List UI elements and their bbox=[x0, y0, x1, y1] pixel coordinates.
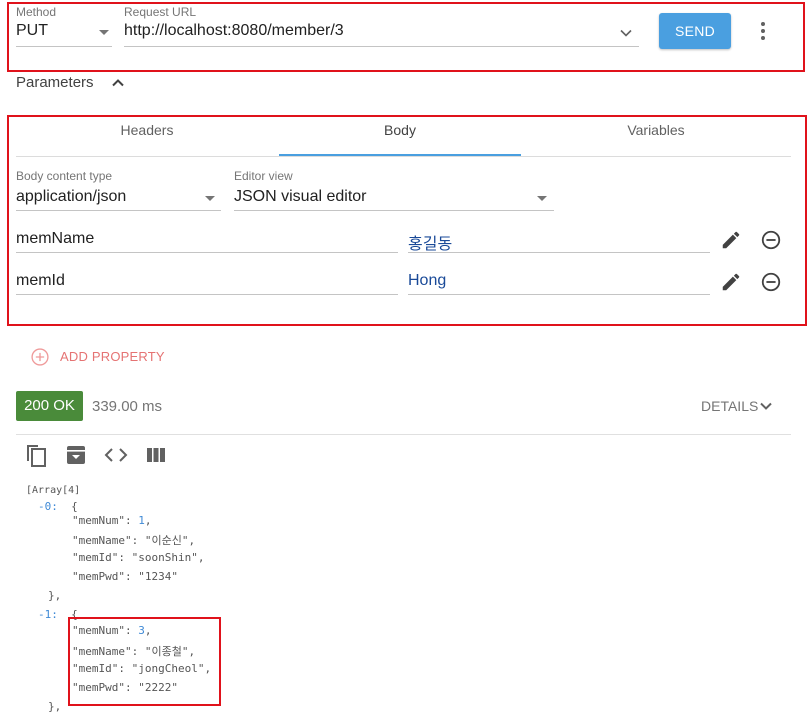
property-name-input[interactable]: memName bbox=[16, 230, 398, 248]
editor-view-select[interactable]: JSON visual editor bbox=[234, 188, 554, 210]
property-value-input[interactable]: Hong bbox=[408, 272, 710, 290]
remove-circle-icon[interactable] bbox=[760, 271, 782, 293]
response-time: 339.00 ms bbox=[92, 398, 163, 415]
json-field: "memPwd": "1234" bbox=[72, 570, 178, 583]
chevron-down-icon bbox=[205, 196, 215, 201]
property-value-input[interactable]: 홍길동 bbox=[408, 230, 710, 254]
method-select[interactable]: PUT bbox=[16, 22, 112, 46]
chevron-down-icon bbox=[760, 402, 772, 410]
property-value-underline bbox=[408, 252, 710, 253]
json-close-brace: }, bbox=[48, 589, 62, 602]
chevron-up-icon bbox=[112, 79, 124, 87]
code-icon[interactable] bbox=[104, 446, 128, 464]
content-type-label: Body content type bbox=[16, 169, 113, 183]
content-type-underline bbox=[16, 210, 221, 211]
content-type-value: application/json bbox=[16, 188, 127, 205]
chevron-down-icon bbox=[537, 196, 547, 201]
tab-headers[interactable]: Headers bbox=[26, 122, 268, 142]
json-item-index[interactable]: -0: { bbox=[38, 500, 78, 513]
send-button[interactable]: SEND bbox=[659, 13, 731, 49]
json-index: -0: bbox=[38, 500, 58, 513]
pencil-icon[interactable] bbox=[720, 271, 742, 293]
tab-active-indicator bbox=[279, 154, 521, 156]
tabs-divider bbox=[16, 156, 791, 157]
status-badge: 200 OK bbox=[16, 391, 83, 421]
save-icon[interactable] bbox=[65, 444, 87, 466]
editor-view-underline bbox=[234, 210, 554, 211]
details-toggle[interactable]: DETAILS bbox=[701, 397, 781, 417]
add-property-button[interactable]: ADD PROPERTY bbox=[30, 346, 170, 368]
json-array-label: [Array[4] bbox=[26, 485, 81, 496]
parameters-label: Parameters bbox=[16, 74, 94, 91]
json-index: -1: bbox=[38, 608, 58, 621]
json-field: "memName": "이순신", bbox=[72, 534, 196, 547]
tab-variables[interactable]: Variables bbox=[535, 122, 777, 142]
details-label: DETAILS bbox=[701, 398, 759, 414]
url-label: Request URL bbox=[124, 5, 197, 19]
url-value: http://localhost:8080/member/3 bbox=[124, 22, 344, 39]
remove-circle-icon[interactable] bbox=[760, 229, 782, 251]
method-label: Method bbox=[16, 5, 57, 19]
json-field: "memNum": 1, bbox=[72, 514, 152, 527]
updated-record-highlight bbox=[68, 617, 221, 706]
content-type-select[interactable]: application/json bbox=[16, 188, 221, 210]
response-divider bbox=[16, 434, 791, 435]
editor-view-value: JSON visual editor bbox=[234, 188, 367, 205]
property-name-underline bbox=[16, 252, 398, 253]
tab-body[interactable]: Body bbox=[279, 122, 521, 142]
method-underline bbox=[16, 46, 112, 47]
chevron-down-icon bbox=[99, 30, 109, 35]
property-value-underline bbox=[408, 294, 710, 295]
property-name-underline bbox=[16, 294, 398, 295]
add-circle-icon bbox=[31, 348, 49, 366]
pencil-icon[interactable] bbox=[720, 229, 742, 251]
chevron-down-icon[interactable] bbox=[619, 26, 633, 40]
more-options-icon[interactable] bbox=[760, 22, 766, 42]
method-value: PUT bbox=[16, 22, 48, 39]
url-underline bbox=[124, 46, 639, 47]
copy-icon[interactable] bbox=[24, 442, 48, 468]
json-close-brace: }, bbox=[48, 700, 62, 713]
property-name-input[interactable]: memId bbox=[16, 272, 398, 290]
json-field: "memId": "soonShin", bbox=[72, 551, 205, 564]
parameters-toggle[interactable]: Parameters bbox=[16, 74, 136, 94]
editor-view-label: Editor view bbox=[234, 169, 293, 183]
add-property-label: ADD PROPERTY bbox=[60, 349, 165, 364]
columns-icon[interactable] bbox=[146, 446, 166, 464]
url-input[interactable]: http://localhost:8080/member/3 bbox=[124, 22, 639, 46]
